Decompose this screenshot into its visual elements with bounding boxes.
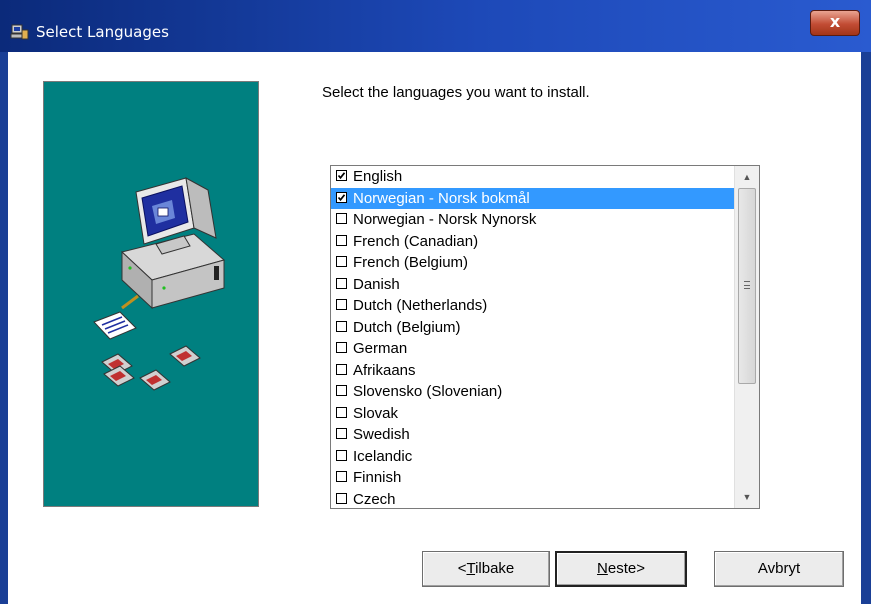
language-item[interactable]: Czech xyxy=(331,489,735,509)
language-label: Danish xyxy=(353,275,400,293)
cancel-button-label: Avbryt xyxy=(757,560,801,577)
title-bar[interactable]: Select Languages x xyxy=(0,0,871,52)
next-button[interactable]: Neste> xyxy=(555,551,687,587)
setup-illustration xyxy=(93,177,226,391)
checkbox-unchecked[interactable] xyxy=(336,299,347,310)
checkbox-unchecked[interactable] xyxy=(336,492,347,504)
language-label: Norwegian - Norsk bokmål xyxy=(353,189,530,207)
language-item[interactable]: French (Belgium) xyxy=(331,252,735,274)
checkbox-checked[interactable] xyxy=(336,191,347,203)
language-item[interactable]: Norwegian - Norsk Nynorsk xyxy=(331,209,735,231)
language-label: Icelandic xyxy=(353,447,413,465)
next-button-label: este> xyxy=(607,560,645,577)
language-label: Dutch (Belgium) xyxy=(353,318,461,336)
close-icon: x xyxy=(829,12,841,31)
checkbox-unchecked[interactable] xyxy=(336,428,347,439)
setup-graphic-panel xyxy=(43,81,259,507)
checkbox-unchecked[interactable] xyxy=(336,234,347,246)
language-item[interactable]: Dutch (Netherlands) xyxy=(331,295,735,317)
document-icon xyxy=(93,294,139,340)
cancel-button[interactable]: Avbryt xyxy=(714,551,844,587)
floppy-disk-icon xyxy=(101,345,201,391)
language-item[interactable]: Afrikaans xyxy=(331,360,735,382)
language-item[interactable]: Finnish xyxy=(331,467,735,489)
instruction-text: Select the languages you want to install… xyxy=(322,84,590,101)
next-button-accel: N xyxy=(597,560,608,577)
language-label: Czech xyxy=(353,490,396,508)
back-button[interactable]: <Tilbake xyxy=(422,551,550,587)
language-listbox[interactable]: English Norwegian - Norsk bokmål Norwegian… xyxy=(330,165,760,509)
checkbox-unchecked[interactable] xyxy=(336,471,347,482)
language-item[interactable]: Slovensko (Slovenian) xyxy=(331,381,735,403)
computer-icon xyxy=(120,177,226,310)
language-item[interactable]: German xyxy=(331,338,735,360)
language-item[interactable]: Danish xyxy=(331,274,735,296)
language-item[interactable]: Icelandic xyxy=(331,446,735,468)
checkbox-unchecked[interactable] xyxy=(336,406,347,418)
back-button-accel: T xyxy=(466,560,476,577)
checkmark-icon xyxy=(337,172,346,180)
language-item[interactable]: Slovak xyxy=(331,403,735,425)
checkbox-checked[interactable] xyxy=(336,170,347,181)
language-label: German xyxy=(353,340,408,357)
language-label: English xyxy=(353,168,403,185)
scroll-up-arrow-icon[interactable]: ▲ xyxy=(735,166,759,188)
scroll-down-arrow-icon[interactable]: ▼ xyxy=(735,486,759,508)
checkbox-unchecked[interactable] xyxy=(336,363,347,375)
language-label: Afrikaans xyxy=(353,361,416,379)
language-label: Swedish xyxy=(353,426,410,443)
language-item[interactable]: Dutch (Belgium) xyxy=(331,317,735,339)
language-label: Slovak xyxy=(353,404,399,422)
back-button-label: ilbake xyxy=(475,560,515,577)
window-frame-left xyxy=(0,52,8,604)
window-frame-right xyxy=(861,52,871,604)
checkbox-unchecked[interactable] xyxy=(336,277,347,289)
checkbox-unchecked[interactable] xyxy=(336,385,347,396)
language-label: French (Belgium) xyxy=(353,254,469,271)
dialog-body: Select the languages you want to install… xyxy=(8,52,861,604)
language-item[interactable]: English xyxy=(331,166,735,188)
thumb-grip-icon xyxy=(744,281,750,289)
language-item[interactable]: Norwegian - Norsk bokmål xyxy=(331,187,735,209)
scrollbar-thumb[interactable] xyxy=(738,188,756,384)
language-label: French (Canadian) xyxy=(353,232,479,250)
installer-app-icon xyxy=(10,24,29,40)
select-languages-dialog: Select Languages x Select the languages … xyxy=(0,0,871,604)
language-item[interactable]: Swedish xyxy=(331,424,735,446)
checkmark-icon xyxy=(337,193,346,201)
language-label: Norwegian - Norsk Nynorsk xyxy=(353,211,537,228)
window-title: Select Languages xyxy=(36,23,169,41)
language-label: Slovensko (Slovenian) xyxy=(353,383,503,400)
checkbox-unchecked[interactable] xyxy=(336,320,347,332)
language-list: English Norwegian - Norsk bokmål Norwegian… xyxy=(331,166,735,509)
vertical-scrollbar[interactable]: ▲ ▼ xyxy=(734,166,759,508)
checkbox-unchecked[interactable] xyxy=(336,449,347,461)
language-label: Finnish xyxy=(353,469,402,486)
language-label: Dutch (Netherlands) xyxy=(353,297,488,314)
checkbox-unchecked[interactable] xyxy=(336,213,347,224)
language-item[interactable]: French (Canadian) xyxy=(331,231,735,253)
checkbox-unchecked[interactable] xyxy=(336,342,347,353)
checkbox-unchecked[interactable] xyxy=(336,256,347,267)
close-button[interactable]: x xyxy=(810,10,860,36)
